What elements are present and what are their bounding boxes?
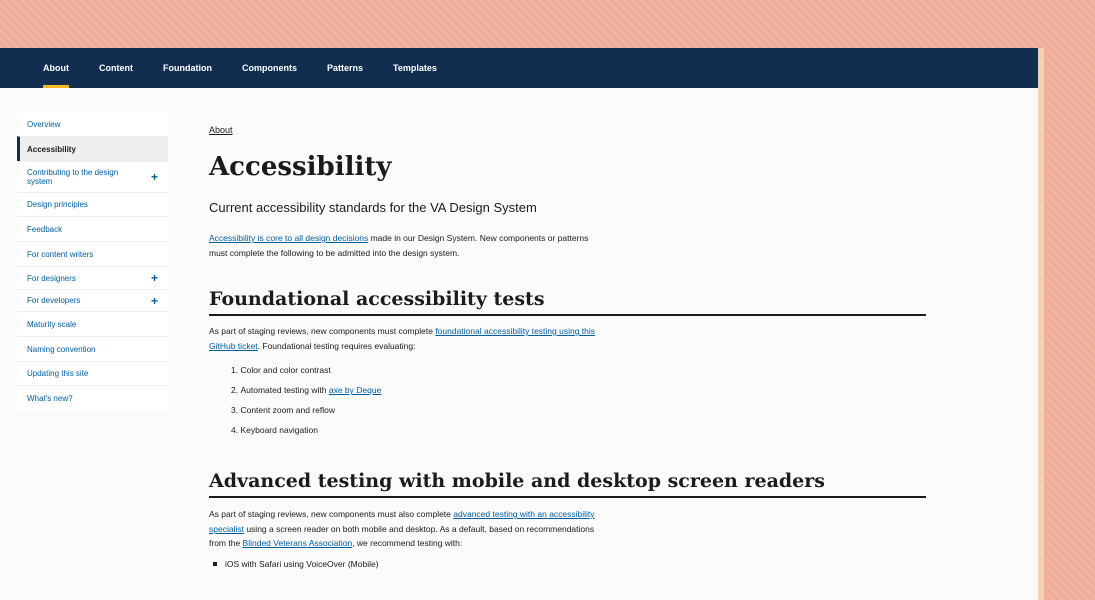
nav-item-templates[interactable]: Templates bbox=[378, 48, 452, 88]
list-text: Keyboard navigation bbox=[240, 425, 318, 435]
list-text: Automated testing with bbox=[240, 385, 327, 395]
nav-item-patterns[interactable]: Patterns bbox=[312, 48, 378, 88]
section2-text: As part of staging reviews, new componen… bbox=[209, 509, 454, 519]
sidebar-item-label: Feedback bbox=[27, 224, 63, 234]
bullet-icon bbox=[213, 561, 217, 566]
section1-text: As part of staging reviews, new componen… bbox=[209, 326, 436, 336]
main-content: About Accessibility Current accessibilit… bbox=[209, 120, 926, 569]
browser-window: About Content Foundation Components Patt… bbox=[0, 48, 1044, 600]
sidebar-item-label: For developers bbox=[27, 296, 81, 305]
list-text: Content zoom and reflow bbox=[240, 405, 335, 415]
sidebar-item-design-principles[interactable]: Design principles bbox=[17, 192, 168, 216]
list-number: 2. bbox=[231, 385, 239, 395]
top-navigation: About Content Foundation Components Patt… bbox=[0, 48, 1038, 88]
list-text: iOS with Safari using VoiceOver (Mobile) bbox=[225, 558, 379, 569]
sidebar-item-label: Overview bbox=[27, 119, 61, 129]
sidebar-item-label: Contributing to the design system bbox=[27, 168, 119, 186]
intro-link[interactable]: Accessibility is core to all design deci… bbox=[209, 233, 368, 243]
list-number: 3. bbox=[231, 405, 239, 415]
plus-icon[interactable]: + bbox=[151, 171, 158, 183]
sidebar-item-accessibility[interactable]: Accessibility bbox=[17, 136, 168, 161]
list-number: 1. bbox=[231, 365, 239, 375]
sidebar-item-contributing[interactable]: Contributing to the design system + bbox=[17, 161, 168, 192]
sidebar-item-maturity-scale[interactable]: Maturity scale bbox=[17, 311, 168, 336]
nav-item-components[interactable]: Components bbox=[227, 48, 312, 88]
nav-item-content[interactable]: Content bbox=[84, 48, 148, 88]
sidebar-item-updating-site[interactable]: Updating this site bbox=[17, 361, 168, 385]
list-item: 4. Keyboard navigation bbox=[231, 420, 926, 440]
list-text: Color and color contrast bbox=[240, 365, 331, 375]
list-number: 4. bbox=[231, 425, 239, 435]
breadcrumb[interactable]: About bbox=[209, 125, 233, 135]
sidebar-item-designers[interactable]: For designers + bbox=[17, 266, 168, 289]
list-item: iOS with Safari using VoiceOver (Mobile) bbox=[213, 559, 926, 569]
sidebar-item-label: What's new? bbox=[27, 393, 73, 403]
sidebar-item-label: For designers bbox=[27, 273, 76, 283]
sidebar-item-label: Naming convention bbox=[27, 344, 96, 354]
sidebar-item-label: Updating this site bbox=[27, 369, 89, 378]
bva-link[interactable]: Blinded Veterans Association bbox=[243, 538, 353, 548]
section2-paragraph: As part of staging reviews, new componen… bbox=[209, 507, 599, 551]
sidebar-item-naming-convention[interactable]: Naming convention bbox=[17, 336, 168, 361]
nav-item-foundation[interactable]: Foundation bbox=[148, 48, 227, 88]
list-item: 2. Automated testing with axe by Deque bbox=[231, 380, 926, 400]
sidebar-item-whats-new[interactable]: What's new? bbox=[17, 385, 168, 410]
section2-text-end: , we recommend testing with: bbox=[352, 538, 463, 548]
sidebar-item-developers[interactable]: For developers + bbox=[17, 289, 168, 311]
sidebar-item-content-writers[interactable]: For content writers bbox=[17, 241, 168, 266]
sidebar-item-label: For content writers bbox=[27, 249, 94, 259]
sidebar-item-label: Maturity scale bbox=[27, 319, 77, 329]
section1-text-end: . Foundational testing requires evaluati… bbox=[257, 341, 416, 351]
list-item: 3. Content zoom and reflow bbox=[231, 400, 926, 420]
section-heading-foundational: Foundational accessibility tests bbox=[209, 288, 926, 316]
plus-icon[interactable]: + bbox=[151, 272, 158, 284]
section-heading-advanced: Advanced testing with mobile and desktop… bbox=[209, 470, 926, 498]
sidebar-item-label: Accessibility bbox=[27, 144, 76, 154]
plus-icon[interactable]: + bbox=[151, 295, 158, 307]
nav-item-about[interactable]: About bbox=[28, 48, 84, 88]
page-title: Accessibility bbox=[209, 152, 392, 182]
sidebar-nav: Overview Accessibility Contributing to t… bbox=[17, 112, 168, 410]
axe-link[interactable]: axe by Deque bbox=[329, 385, 381, 395]
section1-paragraph: As part of staging reviews, new componen… bbox=[209, 324, 599, 354]
page-lead: Current accessibility standards for the … bbox=[209, 200, 537, 215]
list-item: 1. Color and color contrast bbox=[231, 360, 926, 380]
intro-paragraph: Accessibility is core to all design deci… bbox=[209, 231, 599, 261]
sidebar-item-label: Design principles bbox=[27, 200, 88, 209]
sidebar-item-feedback[interactable]: Feedback bbox=[17, 216, 168, 241]
sidebar-item-overview[interactable]: Overview bbox=[17, 112, 168, 136]
foundational-tests-list: 1. Color and color contrast 2. Automated… bbox=[209, 360, 926, 440]
